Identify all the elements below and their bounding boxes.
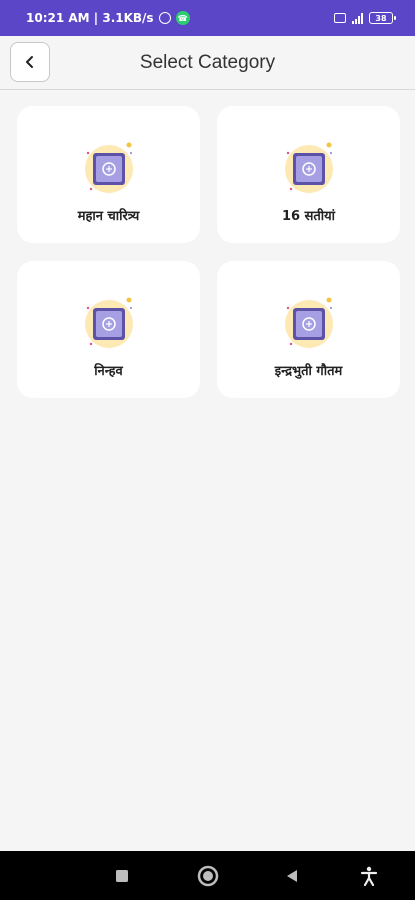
category-card-2[interactable]: 16 सतीयां	[217, 106, 400, 243]
system-nav-bar	[0, 851, 415, 900]
call-icon: ☎	[175, 11, 190, 25]
status-left: 10:21 AM | 3.1KB/s ☎	[26, 11, 190, 25]
signal-icon	[352, 12, 363, 24]
category-label: महान चारित्र्य	[77, 209, 140, 224]
chevron-left-icon	[26, 56, 33, 68]
home-circle-icon	[197, 865, 219, 887]
sim-icon	[334, 13, 346, 23]
status-time-speed: 10:21 AM | 3.1KB/s	[26, 11, 154, 25]
app-header: Select Category	[0, 36, 415, 90]
category-card-1[interactable]: महान चारित्र्य	[17, 106, 200, 243]
square-icon	[116, 870, 128, 882]
category-label: इन्द्रभुती गौतम	[274, 364, 343, 379]
back-nav-button[interactable]	[279, 863, 305, 889]
category-card-4[interactable]: इन्द्रभुती गौतम	[217, 261, 400, 398]
safe-box-icon	[84, 142, 133, 193]
triangle-back-icon	[287, 870, 297, 882]
category-grid: महान चारित्र्य 16 सतीयां निन्हव इन्द्रभु…	[17, 106, 400, 398]
safe-box-icon	[284, 142, 333, 193]
safe-box-icon	[284, 297, 333, 348]
alarm-icon	[158, 12, 171, 24]
category-label: निन्हव	[94, 364, 123, 379]
status-bar: 10:21 AM | 3.1KB/s ☎ 38	[0, 0, 415, 36]
accessibility-icon	[360, 866, 378, 886]
safe-box-icon	[84, 297, 133, 348]
accessibility-button[interactable]	[356, 863, 382, 889]
battery-level: 38	[375, 13, 387, 23]
category-card-3[interactable]: निन्हव	[17, 261, 200, 398]
category-label: 16 सतीयां	[281, 209, 336, 224]
recents-button[interactable]	[109, 863, 135, 889]
page-title: Select Category	[139, 51, 276, 73]
home-button[interactable]	[195, 863, 221, 889]
back-button[interactable]	[10, 42, 50, 82]
battery-icon: 38	[369, 12, 396, 24]
status-right: 38	[334, 12, 396, 24]
